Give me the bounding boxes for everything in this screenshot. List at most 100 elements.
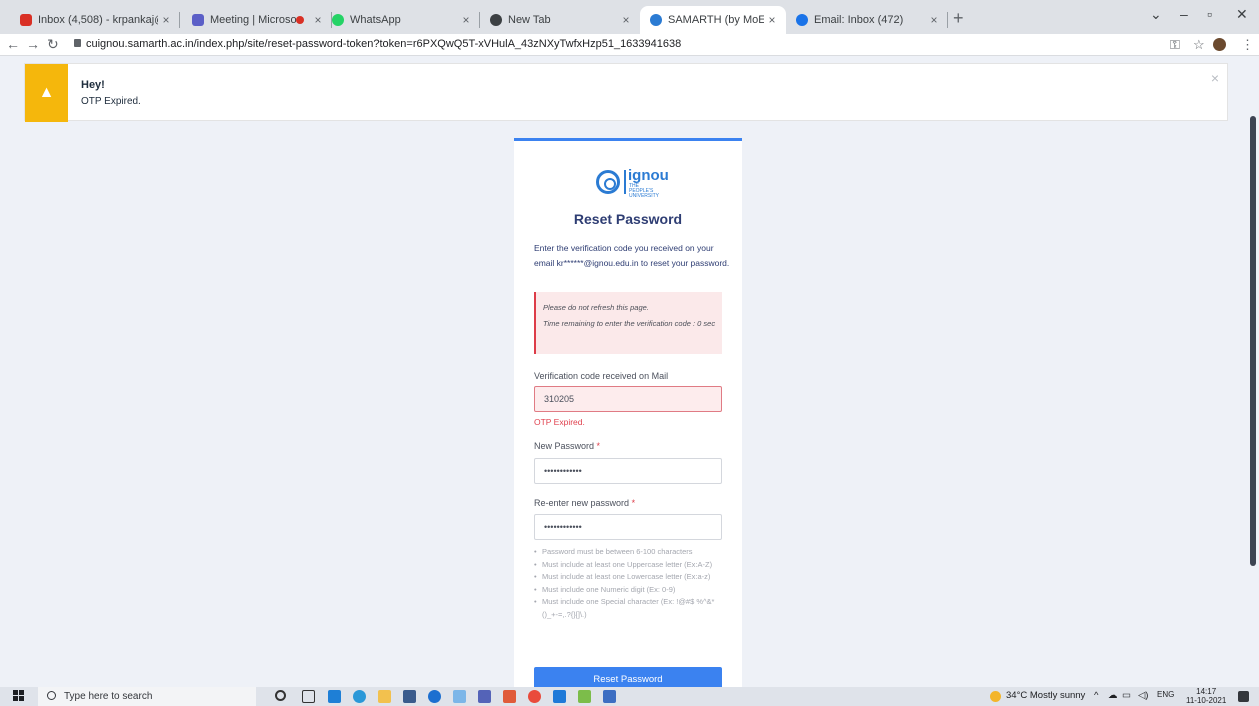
list-item: Password must be between 6-100 character… <box>534 546 730 559</box>
tab-title: Meeting | Microsoft Teams <box>210 14 296 26</box>
new-password-label: New Password * <box>534 441 601 451</box>
page-scrollbar[interactable] <box>1250 116 1256 566</box>
clock-time: 14:17 <box>1196 687 1217 696</box>
verification-code-label: Verification code received on Mail <box>534 371 669 381</box>
lock-icon[interactable] <box>74 39 81 47</box>
internet-explorer-icon[interactable] <box>428 690 441 703</box>
clock-date: 11-10-2021 <box>1186 696 1227 705</box>
notifications-icon[interactable] <box>1238 691 1249 702</box>
warning-text-refresh: Please do not refresh this page. <box>543 303 649 312</box>
profile-avatar-icon[interactable] <box>1213 38 1226 51</box>
tab-title: WhatsApp <box>350 14 401 26</box>
refresh-warning-box: Please do not refresh this page. Time re… <box>534 292 722 354</box>
list-item: Must include at least one Lowercase lett… <box>534 571 730 584</box>
logo-name: ignou <box>628 167 669 184</box>
weather-text[interactable]: 34°C Mostly sunny <box>1006 690 1085 701</box>
gmail-icon <box>20 14 32 26</box>
restore-icon[interactable]: ▫ <box>1207 6 1212 22</box>
whatsapp-icon <box>332 14 344 26</box>
office-icon[interactable] <box>503 690 516 703</box>
volume-icon[interactable]: ◁) <box>1138 690 1148 701</box>
tab-teams[interactable]: Meeting | Microsoft Teams × <box>182 6 332 34</box>
tab-title: SAMARTH (by MoE) <box>668 14 764 26</box>
instructions-text: Enter the verification code you received… <box>534 243 730 268</box>
file-explorer-icon[interactable] <box>378 690 391 703</box>
password-key-icon[interactable]: ⚿ <box>1170 37 1180 53</box>
list-item: Must include one Special character (Ex: … <box>534 596 730 621</box>
tab-close-icon[interactable]: × <box>158 13 174 27</box>
ignou-emblem-icon <box>596 170 620 194</box>
warning-text-timer: Time remaining to enter the verification… <box>543 319 716 328</box>
new-password-input[interactable]: •••••••••••• <box>534 458 722 484</box>
alert-heading: Hey! <box>81 79 105 91</box>
browser-icon[interactable] <box>353 690 366 703</box>
browser-tab-strip: Inbox (4,508) - krpankaj@ignou. × Meetin… <box>0 0 1259 34</box>
edge-icon[interactable] <box>328 690 341 703</box>
language-indicator[interactable]: ENG <box>1157 690 1174 699</box>
tray-chevron-icon[interactable]: ^ <box>1094 690 1098 701</box>
warning-icon: ▲ <box>25 64 68 122</box>
tab-email[interactable]: Email: Inbox (472) × <box>786 6 948 34</box>
tab-close-icon[interactable]: × <box>618 13 634 27</box>
new-tab-button[interactable]: + <box>953 8 964 29</box>
menu-kebab-icon[interactable]: ⋮ <box>1241 37 1254 53</box>
page-content: ▲ Hey! OTP Expired. × ignou THE PEOPLE'S… <box>0 56 1259 687</box>
tab-gmail[interactable]: Inbox (4,508) - krpankaj@ignou. × <box>10 6 180 34</box>
task-view-icon[interactable] <box>302 690 315 703</box>
cortana-icon[interactable] <box>275 690 286 701</box>
tab-whatsapp[interactable]: WhatsApp × <box>322 6 480 34</box>
reset-password-button[interactable]: Reset Password <box>534 667 722 687</box>
clock[interactable]: 14:17 11-10-2021 <box>1186 687 1226 705</box>
otp-expired-alert: ▲ Hey! OTP Expired. × <box>24 63 1228 122</box>
chrome-taskbar-icon[interactable] <box>528 690 541 703</box>
logo-tagline: THE PEOPLE'S UNIVERSITY <box>629 183 660 199</box>
recording-icon <box>296 16 304 24</box>
tab-close-icon[interactable]: × <box>764 13 780 27</box>
back-icon[interactable]: ← <box>6 36 20 52</box>
list-item: Must include one Numeric digit (Ex: 0-9) <box>534 584 730 597</box>
taskbar-search-box[interactable]: Type here to search <box>38 687 256 706</box>
verification-code-input[interactable]: 310205 <box>534 386 722 412</box>
window-close-icon[interactable]: ✕ <box>1236 6 1248 23</box>
url-field[interactable]: cuignou.samarth.ac.in/index.php/site/res… <box>86 38 681 50</box>
bookmark-star-icon[interactable]: ☆ <box>1193 37 1205 53</box>
list-item: Must include at least one Uppercase lett… <box>534 559 730 572</box>
verification-code-error: OTP Expired. <box>534 417 585 427</box>
minimize-icon[interactable]: – <box>1180 6 1188 22</box>
cloud-icon[interactable]: ☁ <box>1108 690 1118 701</box>
reset-password-card: ignou THE PEOPLE'S UNIVERSITY Reset Pass… <box>514 138 742 687</box>
ignou-logo: ignou THE PEOPLE'S UNIVERSITY <box>594 167 674 199</box>
notepad-icon[interactable] <box>603 690 616 703</box>
tab-title: Email: Inbox (472) <box>814 14 904 26</box>
address-bar-row: ← → ↻ cuignou.samarth.ac.in/index.php/si… <box>0 34 1259 56</box>
app-icon[interactable] <box>453 690 466 703</box>
alert-close-icon[interactable]: × <box>1211 70 1219 86</box>
teams-taskbar-icon[interactable] <box>478 690 491 703</box>
tab-title: Inbox (4,508) - krpankaj@ignou. <box>38 14 158 26</box>
tab-close-icon[interactable]: × <box>926 13 942 27</box>
mail-icon[interactable] <box>553 690 566 703</box>
tab-close-icon[interactable]: × <box>458 13 474 27</box>
page-title: Reset Password <box>573 211 683 227</box>
paint-icon[interactable] <box>578 690 591 703</box>
tab-samarth[interactable]: SAMARTH (by MoE) × <box>640 6 786 34</box>
forward-icon[interactable]: → <box>26 36 40 52</box>
reload-icon[interactable]: ↻ <box>47 36 59 53</box>
reenter-password-input[interactable]: •••••••••••• <box>534 514 722 540</box>
search-placeholder: Type here to search <box>64 691 153 702</box>
samarth-icon <box>650 14 662 26</box>
email-icon <box>796 14 808 26</box>
tab-search-icon[interactable]: ⌄ <box>1150 6 1162 23</box>
windows-start-icon[interactable] <box>13 690 25 702</box>
reenter-password-label: Re-enter new password * <box>534 498 636 508</box>
store-icon[interactable] <box>403 690 416 703</box>
windows-taskbar: Type here to search 34°C Mostly sunny ^ … <box>0 687 1259 706</box>
tab-new-tab[interactable]: New Tab × <box>480 6 640 34</box>
weather-sun-icon[interactable] <box>990 691 1001 702</box>
alert-message: OTP Expired. <box>81 96 141 107</box>
chrome-icon <box>490 14 502 26</box>
search-icon <box>47 691 56 700</box>
tab-title: New Tab <box>508 14 551 26</box>
network-icon[interactable]: ▭ <box>1122 690 1131 701</box>
teams-icon <box>192 14 204 26</box>
